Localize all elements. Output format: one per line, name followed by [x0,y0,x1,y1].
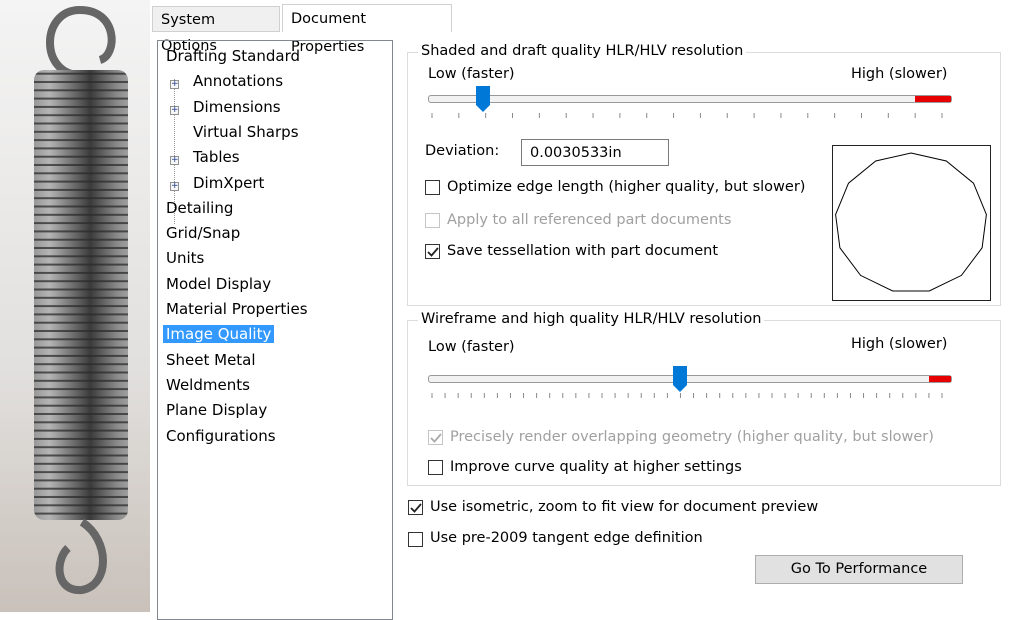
tree-item-image-quality[interactable]: Image Quality [163,325,275,344]
wireframe-slider-thumb[interactable] [672,366,687,392]
slider-ticks [431,393,943,398]
go-to-performance-button[interactable]: Go To Performance [755,555,963,584]
deviation-label: Deviation: [425,143,500,159]
tab-system-options[interactable]: System Options [152,6,280,54]
tree-item-dimensions[interactable]: Dimensions [193,98,281,116]
tree-item-model-display[interactable]: Model Display [166,275,271,293]
wireframe-slider[interactable] [428,375,952,383]
tab-document-properties[interactable]: Document Properties [282,4,452,55]
improve-curve-checkbox[interactable] [428,460,443,475]
tree-item-plane-display[interactable]: Plane Display [166,401,267,419]
tree-item-tables[interactable]: Tables [193,148,240,166]
improve-curve-label: Improve curve quality at higher settings [450,459,742,475]
pre2009-checkbox[interactable] [408,532,423,547]
tree-item-grid-snap[interactable]: Grid/Snap [166,224,240,242]
tree-item-dimxpert[interactable]: DimXpert [193,174,264,192]
precise-render-label: Precisely render overlapping geometry (h… [450,429,934,445]
slider-limit-zone [929,376,951,382]
isometric-checkbox[interactable] [408,500,423,515]
tree-item-units[interactable]: Units [166,249,204,267]
tree-item-sheet-metal[interactable]: Sheet Metal [166,351,256,369]
low-label: Low (faster) [428,66,515,82]
tessellation-preview [832,145,991,301]
expand-icon[interactable]: + [170,80,179,90]
tree-item-material-properties[interactable]: Material Properties [166,300,308,318]
optimize-edge-label: Optimize edge length (higher quality, bu… [447,179,806,195]
tree-item-annotations[interactable]: Annotations [193,72,283,90]
tessellated-circle [835,152,987,292]
expand-icon[interactable]: + [170,181,179,191]
save-tessellation-label: Save tessellation with part document [447,243,719,259]
isometric-label: Use isometric, zoom to fit view for docu… [430,499,819,515]
slider-thumb-icon [476,86,491,112]
group-title: Wireframe and high quality HLR/HLV resol… [418,311,765,327]
slider-limit-zone [915,96,951,102]
tree-item-weldments[interactable]: Weldments [166,376,250,394]
tree-item-detailing[interactable]: Detailing [166,199,233,217]
shaded-slider[interactable] [428,95,952,103]
optimize-edge-checkbox[interactable] [425,180,440,195]
tree-item-virtual-sharps[interactable]: Virtual Sharps [193,123,299,141]
tree-item-configurations[interactable]: Configurations [166,427,276,445]
slider-thumb-icon [672,366,687,392]
precise-render-checkbox[interactable] [428,430,443,445]
checkmark-icon [430,433,442,443]
low-label: Low (faster) [428,339,515,355]
checkmark-icon [410,503,422,513]
tree-item-drafting-standard[interactable]: Drafting Standard [166,47,300,65]
apply-all-checkbox[interactable] [425,213,440,228]
slider-ticks [431,113,943,118]
high-label: High (slower) [851,336,948,352]
expand-icon[interactable]: + [170,156,179,166]
high-label: High (slower) [851,66,948,82]
expand-icon[interactable]: + [170,105,179,115]
deviation-input[interactable] [521,139,669,166]
shaded-slider-thumb[interactable] [476,86,491,112]
pre2009-label: Use pre-2009 tangent edge definition [430,530,703,546]
apply-all-label: Apply to all referenced part documents [447,212,732,228]
group-title: Shaded and draft quality HLR/HLV resolut… [418,43,747,59]
checkmark-icon [427,247,439,257]
save-tessellation-checkbox[interactable] [425,244,440,259]
spring-model-preview [0,0,150,612]
properties-tree[interactable]: Drafting Standard + Annotations + Dimensions… [157,40,393,620]
spring-image [34,5,128,594]
